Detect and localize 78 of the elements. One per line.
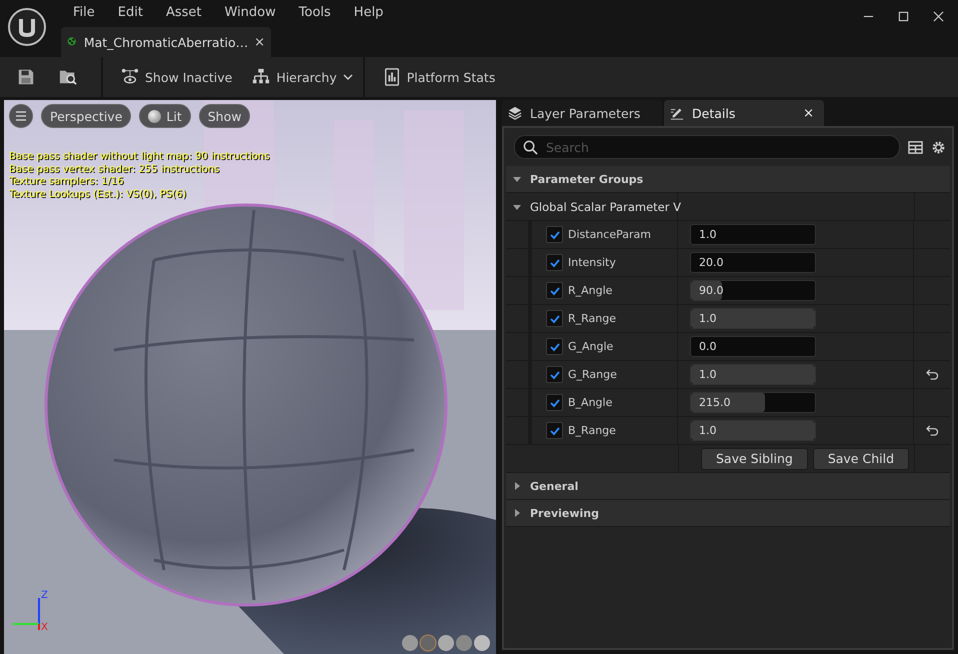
shader-stat-text: Texture samplers: 1/16	[9, 176, 124, 188]
checkbox[interactable]	[546, 254, 563, 271]
close-icon[interactable]	[933, 11, 944, 22]
close-tab-button[interactable]: ×	[254, 34, 265, 50]
search-icon	[523, 140, 538, 154]
close-tab-button[interactable]: ×	[803, 106, 818, 120]
checkbox[interactable]	[546, 226, 563, 243]
save-icon[interactable]	[17, 68, 35, 86]
checkbox[interactable]	[546, 394, 563, 411]
checkmark-icon	[548, 256, 560, 268]
toolbar-button[interactable]: Show Inactive	[101, 57, 242, 97]
shader-stat-text: Base pass vertex shader: 255 instructions	[9, 164, 220, 176]
layers-icon	[508, 106, 522, 120]
checkmark-icon	[548, 340, 560, 352]
checkbox[interactable]	[546, 366, 563, 383]
checkmark-icon	[548, 284, 560, 296]
table-view-icon[interactable]	[908, 140, 923, 154]
menu-item[interactable]: Tools	[286, 4, 342, 20]
menu-item[interactable]: File	[61, 4, 106, 20]
number-field[interactable]: 1.0	[690, 364, 816, 385]
preview-shapes-icon[interactable]	[401, 634, 493, 652]
menu-item[interactable]: Help	[342, 4, 394, 20]
shader-stat-text: Texture Lookups (Est.): VS(0), PS(6)	[9, 188, 188, 201]
section-header[interactable]: Parameter Groups	[506, 166, 950, 193]
checkmark-icon	[548, 368, 560, 380]
number-field[interactable]: 215.0	[690, 392, 816, 413]
parameter-label: Intensity	[568, 256, 616, 269]
save-button[interactable]: Save Sibling	[701, 448, 808, 470]
checkmark-icon	[548, 424, 560, 436]
document-tab[interactable]: Mat_ChromaticAberratio… ×	[61, 27, 271, 57]
reset-arrow-icon[interactable]	[926, 425, 938, 436]
folder-search-icon[interactable]	[59, 68, 77, 86]
checkbox[interactable]	[546, 338, 563, 355]
toolbar-button[interactable]: Hierarchy	[242, 57, 363, 97]
checkbox[interactable]	[546, 282, 563, 299]
viewport-button[interactable]: Show	[198, 104, 250, 128]
menu-icon	[15, 111, 27, 121]
parameter-label: R_Angle	[568, 284, 612, 297]
panel-tab[interactable]: Layer Parameters	[502, 100, 662, 126]
pencil-icon	[670, 106, 684, 120]
panel-tab[interactable]: Details ×	[664, 100, 824, 126]
number-field[interactable]: 1.0	[690, 224, 816, 245]
search-input[interactable]: Search	[544, 138, 891, 156]
parameter-label: G_Angle	[568, 340, 614, 353]
shader-stat-text: Base pass shader without light map: 90 instructions	[9, 151, 270, 164]
checkbox[interactable]	[546, 310, 563, 327]
number-field[interactable]: 20.0	[690, 252, 816, 273]
menu-item[interactable]: Edit	[106, 4, 154, 20]
caret-icon	[342, 74, 353, 80]
menu-item[interactable]: Window	[212, 4, 287, 20]
menu-item[interactable]: Asset	[154, 4, 212, 20]
eye-nodes-icon	[121, 68, 139, 86]
toolbar-button[interactable]: Platform Stats	[362, 57, 506, 97]
parameter-label: R_Range	[568, 312, 616, 325]
number-field[interactable]: 0.0	[690, 336, 816, 357]
reset-arrow-icon[interactable]	[926, 369, 938, 380]
engine-logo-icon[interactable]	[7, 7, 47, 47]
save-button[interactable]: Save Child	[812, 448, 909, 470]
parameter-label: B_Angle	[568, 396, 612, 409]
number-field[interactable]: 1.0	[690, 308, 816, 329]
maximize-icon[interactable]	[898, 11, 909, 22]
viewport-button[interactable]: Perspective	[41, 104, 132, 128]
parameter-label: G_Range	[568, 368, 617, 381]
checkmark-icon	[548, 396, 560, 408]
search-field[interactable]: Search	[514, 135, 900, 159]
settings-icon[interactable]	[931, 140, 946, 154]
hierarchy-icon	[252, 68, 270, 86]
view-mode-button[interactable]: Lit	[139, 104, 191, 128]
number-field[interactable]: 1.0	[690, 420, 816, 441]
section-header[interactable]: General	[506, 473, 950, 500]
checkbox[interactable]	[546, 422, 563, 439]
checkmark-icon	[548, 312, 560, 324]
stats-icon	[382, 68, 401, 86]
checkmark-icon	[548, 228, 560, 240]
section-header[interactable]: Previewing	[506, 500, 950, 527]
number-field[interactable]: 90.0	[690, 280, 816, 301]
parameter-label: B_Range	[568, 424, 616, 437]
parameter-label: DistanceParam	[568, 228, 651, 241]
